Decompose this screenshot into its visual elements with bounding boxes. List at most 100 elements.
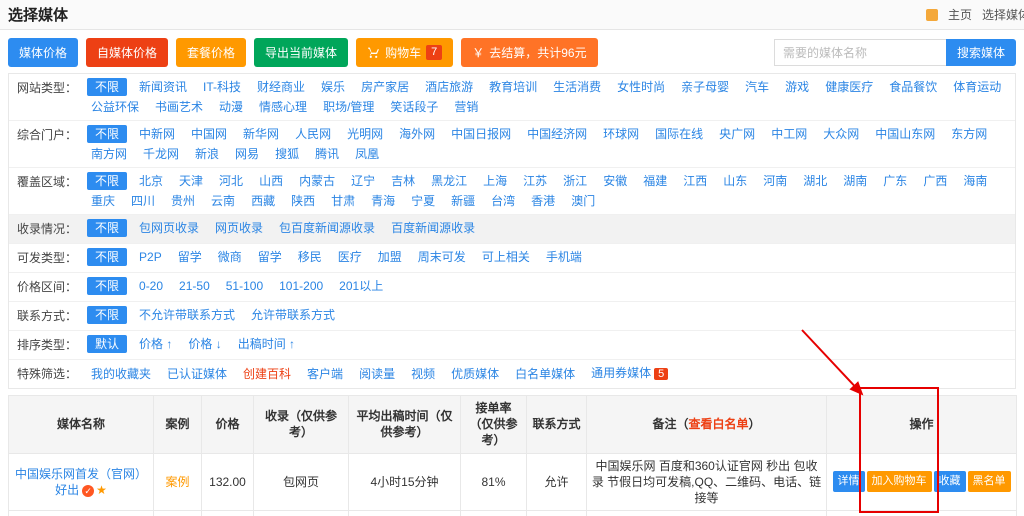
- filter-option[interactable]: 南方网: [87, 145, 131, 163]
- filter-option[interactable]: 河南: [759, 172, 791, 190]
- filter-option[interactable]: 公益环保: [87, 98, 143, 116]
- filter-option[interactable]: 搜狐: [271, 145, 303, 163]
- filter-option[interactable]: 湖北: [799, 172, 831, 190]
- filter-option[interactable]: 周末可发: [414, 248, 470, 266]
- filter-option[interactable]: 不限: [87, 78, 127, 96]
- filter-option[interactable]: 山西: [255, 172, 287, 190]
- filter-option[interactable]: 台湾: [487, 192, 519, 210]
- filter-option[interactable]: 中国网: [187, 125, 231, 143]
- media-price-button[interactable]: 媒体价格: [8, 38, 78, 67]
- filter-option[interactable]: 包网页收录: [135, 219, 203, 237]
- filter-option[interactable]: 不允许带联系方式: [135, 306, 239, 324]
- filter-option[interactable]: 广西: [919, 172, 951, 190]
- filter-option[interactable]: 澳门: [567, 192, 599, 210]
- filter-option[interactable]: 允许带联系方式: [247, 306, 339, 324]
- filter-option[interactable]: 江西: [679, 172, 711, 190]
- filter-option[interactable]: 环球网: [599, 125, 643, 143]
- filter-option[interactable]: 财经商业: [253, 78, 309, 96]
- filter-option[interactable]: 优质媒体: [447, 365, 503, 383]
- filter-option[interactable]: 北京: [135, 172, 167, 190]
- filter-option[interactable]: 教育培训: [485, 78, 541, 96]
- filter-option[interactable]: 光明网: [343, 125, 387, 143]
- filter-option[interactable]: IT-科技: [199, 78, 245, 96]
- package-price-button[interactable]: 套餐价格: [176, 38, 246, 67]
- filter-option[interactable]: 101-200: [275, 277, 327, 295]
- filter-option[interactable]: 中新网: [135, 125, 179, 143]
- filter-option[interactable]: 山东: [719, 172, 751, 190]
- filter-option[interactable]: 重庆: [87, 192, 119, 210]
- filter-option[interactable]: 中国经济网: [523, 125, 591, 143]
- filter-option[interactable]: 中工网: [767, 125, 811, 143]
- filter-option[interactable]: 上海: [479, 172, 511, 190]
- filter-option[interactable]: 21-50: [175, 277, 214, 295]
- filter-option[interactable]: 食品餐饮: [885, 78, 941, 96]
- media-name-link[interactable]: 中国娱乐网首发（官网）好出: [15, 467, 147, 497]
- filter-option[interactable]: 四川: [127, 192, 159, 210]
- filter-option[interactable]: 女性时尚: [613, 78, 669, 96]
- filter-option[interactable]: 大众网: [819, 125, 863, 143]
- filter-option[interactable]: 海南: [959, 172, 991, 190]
- filter-option[interactable]: 云南: [207, 192, 239, 210]
- filter-option[interactable]: 阅读量: [355, 365, 399, 383]
- filter-option[interactable]: 网页收录: [211, 219, 267, 237]
- filter-option[interactable]: 手机端: [542, 248, 586, 266]
- filter-option[interactable]: 安徽: [599, 172, 631, 190]
- filter-option[interactable]: 不限: [87, 125, 127, 143]
- case-link[interactable]: 案例: [165, 475, 189, 489]
- filter-option[interactable]: 甘肃: [327, 192, 359, 210]
- filter-option[interactable]: 职场/管理: [319, 98, 378, 116]
- home-link[interactable]: 主页: [948, 6, 972, 23]
- filter-option[interactable]: 新华网: [239, 125, 283, 143]
- filter-option[interactable]: 内蒙古: [295, 172, 339, 190]
- filter-option[interactable]: 加盟: [374, 248, 406, 266]
- filter-option[interactable]: 留学: [254, 248, 286, 266]
- add-button[interactable]: 加入购物车: [867, 471, 932, 492]
- filter-option[interactable]: 不限: [87, 306, 127, 324]
- filter-option[interactable]: 不限: [87, 219, 127, 237]
- filter-option[interactable]: 百度新闻源收录: [387, 219, 479, 237]
- filter-option[interactable]: 包百度新闻源收录: [275, 219, 379, 237]
- checkout-button[interactable]: ￥ 去结算，共计96元: [461, 38, 597, 67]
- filter-option[interactable]: 生活消费: [549, 78, 605, 96]
- filter-option[interactable]: 西藏: [247, 192, 279, 210]
- filter-option[interactable]: 新疆: [447, 192, 479, 210]
- filter-option[interactable]: 广东: [879, 172, 911, 190]
- filter-option[interactable]: 医疗: [334, 248, 366, 266]
- filter-option[interactable]: 湖南: [839, 172, 871, 190]
- filter-option[interactable]: 我的收藏夹: [87, 365, 155, 383]
- filter-option[interactable]: 默认: [87, 335, 127, 353]
- filter-option[interactable]: 已认证媒体: [163, 365, 231, 383]
- filter-option[interactable]: 价格 ↓: [184, 335, 225, 353]
- filter-option[interactable]: 留学: [174, 248, 206, 266]
- filter-option[interactable]: 微商: [214, 248, 246, 266]
- filter-option[interactable]: 不限: [87, 172, 127, 190]
- filter-option[interactable]: 浙江: [559, 172, 591, 190]
- filter-option[interactable]: 游戏: [781, 78, 813, 96]
- filter-option[interactable]: 笑话段子: [386, 98, 442, 116]
- filter-option[interactable]: 不限: [87, 277, 127, 295]
- filter-option[interactable]: 不限: [87, 248, 127, 266]
- filter-option[interactable]: 新闻资讯: [135, 78, 191, 96]
- filter-option[interactable]: 体育运动: [949, 78, 1005, 96]
- filter-option[interactable]: 客户端: [303, 365, 347, 383]
- filter-option[interactable]: 天津: [175, 172, 207, 190]
- filter-option[interactable]: 千龙网: [139, 145, 183, 163]
- search-button[interactable]: 搜索媒体: [946, 39, 1016, 66]
- filter-option[interactable]: 网易: [231, 145, 263, 163]
- detail-button[interactable]: 详情: [833, 471, 865, 492]
- filter-option[interactable]: 中国日报网: [447, 125, 515, 143]
- filter-option[interactable]: 贵州: [167, 192, 199, 210]
- filter-option[interactable]: 酒店旅游: [421, 78, 477, 96]
- filter-option[interactable]: 汽车: [741, 78, 773, 96]
- filter-option[interactable]: 国际在线: [651, 125, 707, 143]
- filter-option[interactable]: 宁夏: [407, 192, 439, 210]
- filter-option[interactable]: 营销: [450, 98, 482, 116]
- filter-option[interactable]: 价格 ↑: [135, 335, 176, 353]
- black-button[interactable]: 黑名单: [968, 471, 1011, 492]
- filter-option[interactable]: 健康医疗: [821, 78, 877, 96]
- filter-option[interactable]: 201以上: [335, 277, 387, 295]
- filter-option[interactable]: 出稿时间 ↑: [234, 335, 299, 353]
- filter-option[interactable]: 房产家居: [357, 78, 413, 96]
- filter-option[interactable]: 情感心理: [255, 98, 311, 116]
- filter-option[interactable]: 吉林: [387, 172, 419, 190]
